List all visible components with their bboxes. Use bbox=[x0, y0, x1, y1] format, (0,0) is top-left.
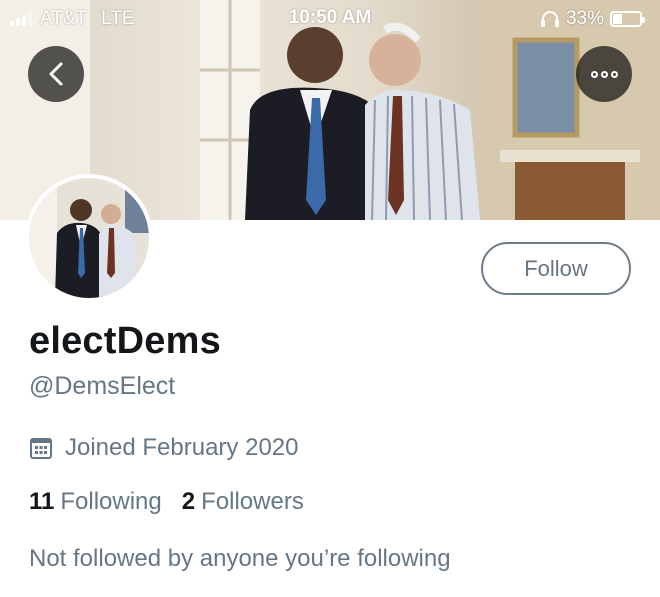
follow-button[interactable]: Follow bbox=[481, 242, 631, 295]
following-label: Following bbox=[60, 488, 162, 515]
battery-icon bbox=[610, 11, 645, 27]
followers-link[interactable]: 2 Followers bbox=[182, 488, 304, 516]
mutual-followers-text: Not followed by anyone you’re following bbox=[29, 545, 451, 572]
battery-percent: 33% bbox=[565, 8, 604, 29]
following-count: 11 bbox=[29, 488, 55, 515]
following-link[interactable]: 11 Following bbox=[29, 488, 162, 516]
calendar-icon bbox=[30, 438, 52, 459]
followers-label: Followers bbox=[201, 488, 304, 515]
followers-count: 2 bbox=[181, 488, 196, 515]
follow-stats: 11 Following 2 Followers bbox=[29, 488, 304, 516]
status-bar: AT&T LTE 10:50 AM 33% bbox=[0, 0, 660, 36]
chevron-left-icon bbox=[49, 62, 63, 86]
more-options-button[interactable] bbox=[576, 46, 632, 102]
status-bar-right: 33% bbox=[540, 8, 645, 30]
headphones-icon bbox=[540, 11, 559, 27]
back-button[interactable] bbox=[28, 46, 84, 102]
display-name: electDems bbox=[29, 320, 221, 362]
joined-date-row: Joined February 2020 bbox=[29, 434, 298, 462]
battery-level-fill bbox=[613, 14, 622, 24]
profile-avatar[interactable] bbox=[25, 174, 153, 302]
user-handle: @DemsElect bbox=[29, 372, 176, 400]
avatar-photo bbox=[29, 178, 149, 298]
joined-date: Joined February 2020 bbox=[65, 434, 299, 461]
more-options-icon bbox=[590, 70, 618, 78]
